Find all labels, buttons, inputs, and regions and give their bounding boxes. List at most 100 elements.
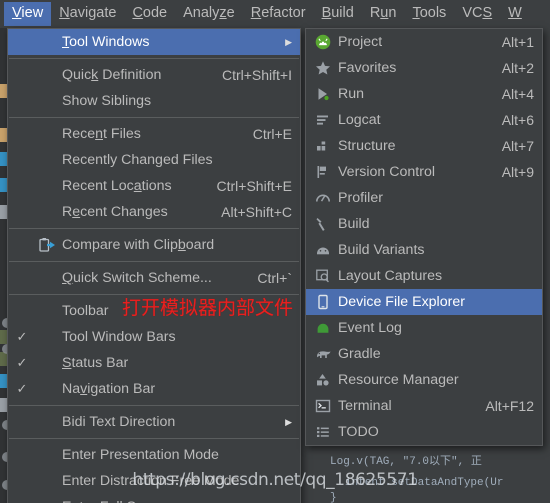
menu-item-label: Recently Changed Files bbox=[62, 152, 213, 168]
menu-separator bbox=[9, 228, 299, 229]
menu-item-layout-captures[interactable]: Layout Captures bbox=[306, 263, 542, 289]
shortcut-label: Ctrl+E bbox=[252, 126, 292, 142]
menu-item-resource-manager[interactable]: Resource Manager bbox=[306, 367, 542, 393]
menu-item-quick-switch-scheme[interactable]: Quick Switch Scheme... Ctrl+` bbox=[8, 265, 300, 291]
menu-item-project[interactable]: Project Alt+1 bbox=[306, 29, 542, 55]
menu-item-favorites[interactable]: Favorites Alt+2 bbox=[306, 55, 542, 81]
shortcut-label: Alt+F12 bbox=[485, 398, 534, 414]
menu-item-label: Build Variants bbox=[338, 242, 425, 258]
menu-item-label: Layout Captures bbox=[338, 268, 443, 284]
menubar-item-navigate[interactable]: Navigate bbox=[51, 2, 124, 26]
shortcut-label: Alt+Shift+C bbox=[221, 204, 292, 220]
shortcut-label: Ctrl+` bbox=[257, 270, 292, 286]
menu-item-recently-changed-files[interactable]: Recently Changed Files bbox=[8, 147, 300, 173]
menu-item-label: Tool Windows bbox=[62, 34, 150, 50]
menu-item-recent-locations[interactable]: Recent Locations Ctrl+Shift+E bbox=[8, 173, 300, 199]
view-menu-popup[interactable]: Tool Windows ▶ Quick Definition Ctrl+Shi… bbox=[7, 28, 301, 503]
menu-item-device-file-explorer[interactable]: Device File Explorer bbox=[306, 289, 542, 315]
watermark-url: https://blog.csdn.net/qq_18625571 bbox=[132, 470, 418, 490]
menu-item-label: Quick Switch Scheme... bbox=[62, 270, 212, 286]
menubar-item-vcs[interactable]: VCS bbox=[454, 2, 500, 26]
menu-item-label: TODO bbox=[338, 424, 379, 440]
red-annotation-text: 打开模拟器内部文件 bbox=[122, 297, 294, 319]
menu-item-profiler[interactable]: Profiler bbox=[306, 185, 542, 211]
menu-item-label: Recent Locations bbox=[62, 178, 172, 194]
menu-item-todo[interactable]: TODO bbox=[306, 419, 542, 445]
menu-item-label: Recent Files bbox=[62, 126, 141, 142]
hammer-icon bbox=[312, 214, 334, 234]
shortcut-label: Ctrl+Shift+I bbox=[221, 67, 292, 83]
shortcut-label: Alt+1 bbox=[501, 34, 534, 50]
menu-item-tool-windows[interactable]: Tool Windows ▶ bbox=[8, 29, 300, 55]
menu-item-quick-definition[interactable]: Quick Definition Ctrl+Shift+I bbox=[8, 62, 300, 88]
phone-icon bbox=[312, 292, 334, 312]
menu-item-label: Show Siblings bbox=[62, 93, 152, 109]
menu-item-compare-with-clipboard[interactable]: Compare with Clipboard bbox=[8, 232, 300, 258]
menu-item-structure[interactable]: Structure Alt+7 bbox=[306, 133, 542, 159]
menubar-item-code[interactable]: Code bbox=[124, 2, 175, 26]
menu-item-logcat[interactable]: Logcat Alt+6 bbox=[306, 107, 542, 133]
menu-item-label: Toolbar bbox=[62, 303, 109, 319]
shortcut-label: Alt+7 bbox=[501, 138, 534, 154]
star-icon bbox=[312, 58, 334, 78]
menubar-item-run[interactable]: Run bbox=[362, 2, 405, 26]
menu-separator bbox=[9, 405, 299, 406]
icon-slot bbox=[36, 32, 58, 52]
shapes-icon bbox=[312, 370, 334, 390]
code-line-3: } bbox=[330, 492, 337, 503]
menubar-item-tools[interactable]: Tools bbox=[404, 2, 454, 26]
shortcut-label: Alt+6 bbox=[501, 112, 534, 128]
menubar-item-refactor[interactable]: Refactor bbox=[243, 2, 314, 26]
main-menu-bar[interactable]: View Navigate Code Analyze Refactor Buil… bbox=[0, 0, 550, 28]
menu-separator bbox=[9, 261, 299, 262]
menu-item-event-log[interactable]: Event Log bbox=[306, 315, 542, 341]
menu-item-version-control[interactable]: Version Control Alt+9 bbox=[306, 159, 542, 185]
menu-separator bbox=[9, 117, 299, 118]
branch-icon bbox=[312, 162, 334, 182]
menu-item-label: Project bbox=[338, 34, 383, 50]
tool-windows-submenu-popup[interactable]: Project Alt+1 Favorites Alt+2 Run Alt+4 … bbox=[305, 28, 543, 446]
checkmark-icon: ✓ bbox=[16, 355, 28, 370]
clipboard-compare-icon bbox=[36, 235, 58, 255]
play-icon bbox=[312, 84, 334, 104]
menu-item-enter-presentation-mode[interactable]: Enter Presentation Mode bbox=[8, 442, 300, 468]
menu-item-label: Event Log bbox=[338, 320, 402, 336]
android-head-icon bbox=[312, 240, 334, 260]
menu-item-run[interactable]: Run Alt+4 bbox=[306, 81, 542, 107]
menu-item-gradle[interactable]: Gradle bbox=[306, 341, 542, 367]
menu-item-enter-full-screen[interactable]: Enter Full Screen bbox=[8, 494, 300, 503]
menu-item-label: Logcat bbox=[338, 112, 381, 128]
menu-item-tool-window-bars[interactable]: ✓ Tool Window Bars bbox=[8, 324, 300, 350]
green-circle-icon bbox=[312, 318, 334, 338]
menu-item-build-variants[interactable]: Build Variants bbox=[306, 237, 542, 263]
menu-item-recent-files[interactable]: Recent Files Ctrl+E bbox=[8, 121, 300, 147]
menubar-item-build[interactable]: Build bbox=[314, 2, 362, 26]
shortcut-label: Ctrl+Shift+E bbox=[216, 178, 292, 194]
menubar-item-window[interactable]: W bbox=[500, 2, 530, 26]
menubar-item-view[interactable]: View bbox=[4, 2, 52, 26]
menu-item-show-siblings[interactable]: Show Siblings bbox=[8, 88, 300, 114]
layout-inspect-icon bbox=[312, 266, 334, 286]
menu-item-build[interactable]: Build bbox=[306, 211, 542, 237]
menu-item-label: Recent Changes bbox=[62, 204, 168, 220]
shortcut-label: Alt+2 bbox=[501, 60, 534, 76]
menu-item-label: Structure bbox=[338, 138, 396, 154]
menu-item-label: Resource Manager bbox=[338, 372, 459, 388]
menu-item-navigation-bar[interactable]: ✓ Navigation Bar bbox=[8, 376, 300, 402]
menu-separator bbox=[9, 58, 299, 59]
menu-item-terminal[interactable]: Terminal Alt+F12 bbox=[306, 393, 542, 419]
menu-item-status-bar[interactable]: ✓ Status Bar bbox=[8, 350, 300, 376]
menu-item-label: Navigation Bar bbox=[62, 381, 156, 397]
menu-item-label: Gradle bbox=[338, 346, 381, 362]
menu-item-label: Version Control bbox=[338, 164, 435, 180]
menu-item-label: Terminal bbox=[338, 398, 392, 414]
menu-separator bbox=[9, 438, 299, 439]
android-studio-window: Log.v(TAG, "7.0以下", 正 intent.setDataAndT… bbox=[0, 0, 550, 503]
menu-item-label: Enter Full Screen bbox=[58, 499, 172, 503]
menubar-item-analyze[interactable]: Analyze bbox=[175, 2, 243, 26]
menu-item-recent-changes[interactable]: Recent Changes Alt+Shift+C bbox=[8, 199, 300, 225]
terminal-icon bbox=[312, 396, 334, 416]
lines-icon bbox=[312, 110, 334, 130]
shortcut-label: Alt+4 bbox=[501, 86, 534, 102]
menu-item-bidi-text-direction[interactable]: Bidi Text Direction ▶ bbox=[8, 409, 300, 435]
